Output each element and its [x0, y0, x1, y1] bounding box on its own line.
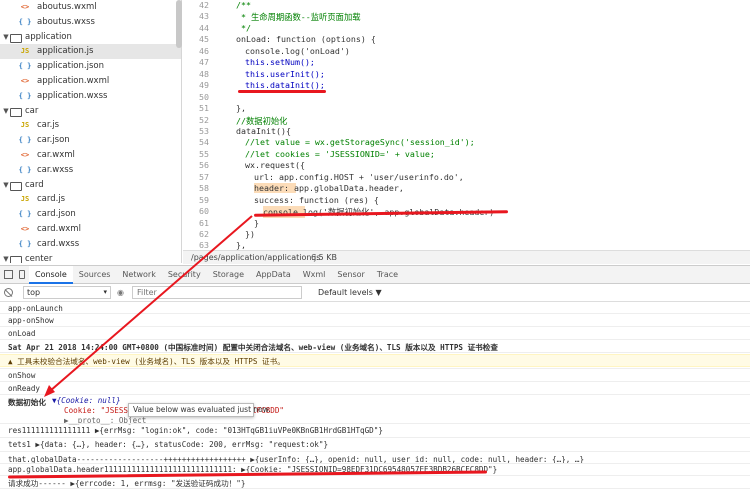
annotation-arrow-line: [49, 215, 253, 392]
annotation-overlay: [44, 215, 253, 397]
annotation-underline-1: [238, 90, 326, 93]
